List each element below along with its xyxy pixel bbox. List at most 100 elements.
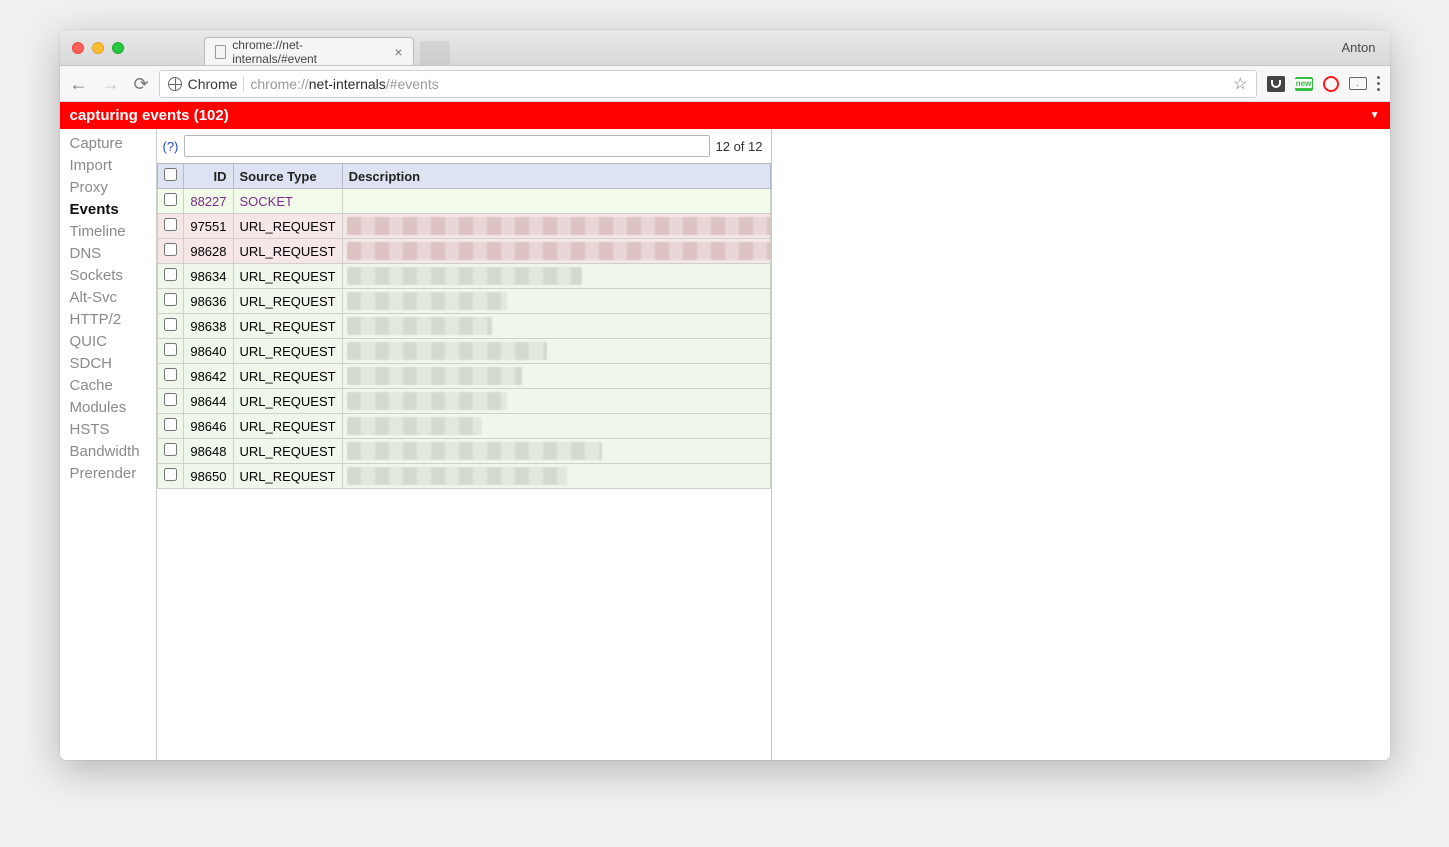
new-tab-button[interactable] (420, 41, 450, 65)
header-source-type[interactable]: Source Type (233, 164, 342, 189)
table-row[interactable]: 98640URL_REQUEST (157, 339, 770, 364)
profile-name[interactable]: Anton (1342, 40, 1382, 55)
capture-banner-dropdown-icon[interactable]: ▼ (1370, 110, 1380, 121)
row-checkbox[interactable] (164, 318, 177, 331)
table-row[interactable]: 98634URL_REQUEST (157, 264, 770, 289)
filter-count: 12 of 12 (716, 139, 765, 154)
row-checkbox[interactable] (164, 393, 177, 406)
table-row[interactable]: 98650URL_REQUEST (157, 464, 770, 489)
tab-close-icon[interactable]: × (394, 44, 402, 60)
mail-extension-icon[interactable] (1349, 77, 1367, 90)
maximize-window-button[interactable] (112, 42, 124, 54)
back-button[interactable]: ← (70, 75, 88, 93)
table-row[interactable]: 98638URL_REQUEST (157, 314, 770, 339)
close-window-button[interactable] (72, 42, 84, 54)
sidebar-item-capture[interactable]: Capture (70, 133, 156, 155)
bookmark-star-icon[interactable]: ☆ (1233, 74, 1247, 94)
row-checkbox-cell (157, 239, 183, 264)
extension-icons: new (1267, 76, 1380, 92)
titlebar: chrome://net-internals/#event × Anton (60, 30, 1390, 66)
table-row[interactable]: 98644URL_REQUEST (157, 389, 770, 414)
table-row[interactable]: 98642URL_REQUEST (157, 364, 770, 389)
table-row[interactable]: 97551URL_REQUEST (157, 214, 770, 239)
row-source-type: URL_REQUEST (233, 289, 342, 314)
redacted-description (347, 442, 602, 460)
table-row[interactable]: 98646URL_REQUEST (157, 414, 770, 439)
row-id: 88227 (183, 189, 233, 214)
sidebar-item-http-2[interactable]: HTTP/2 (70, 309, 156, 331)
forward-button[interactable]: → (102, 75, 120, 93)
sidebar-item-proxy[interactable]: Proxy (70, 177, 156, 199)
sidebar-item-alt-svc[interactable]: Alt-Svc (70, 287, 156, 309)
extension-icon-green[interactable]: new (1295, 77, 1313, 91)
redacted-description (347, 392, 507, 410)
row-checkbox[interactable] (164, 293, 177, 306)
header-id[interactable]: ID (183, 164, 233, 189)
row-id: 98642 (183, 364, 233, 389)
row-source-type: URL_REQUEST (233, 264, 342, 289)
sidebar-item-sdch[interactable]: SDCH (70, 353, 156, 375)
sidebar-item-import[interactable]: Import (70, 155, 156, 177)
browser-tab[interactable]: chrome://net-internals/#event × (204, 37, 414, 65)
table-row[interactable]: 98628URL_REQUEST (157, 239, 770, 264)
chrome-menu-icon[interactable] (1377, 76, 1380, 91)
row-description (342, 439, 770, 464)
sidebar-item-dns[interactable]: DNS (70, 243, 156, 265)
filter-help-link[interactable]: (?) (163, 139, 179, 154)
row-checkbox-cell (157, 264, 183, 289)
row-description (342, 464, 770, 489)
row-description (342, 389, 770, 414)
url-text: chrome://net-internals/#events (250, 76, 438, 92)
table-row[interactable]: 98648URL_REQUEST (157, 439, 770, 464)
sidebar-item-modules[interactable]: Modules (70, 397, 156, 419)
row-source-type: URL_REQUEST (233, 214, 342, 239)
sidebar-item-bandwidth[interactable]: Bandwidth (70, 441, 156, 463)
row-checkbox[interactable] (164, 418, 177, 431)
pocket-extension-icon[interactable] (1267, 76, 1285, 92)
header-description[interactable]: Description (342, 164, 770, 189)
site-info-icon[interactable] (168, 77, 182, 91)
redacted-description (347, 417, 482, 435)
row-checkbox[interactable] (164, 343, 177, 356)
capture-banner[interactable]: capturing events (102) ▼ (60, 102, 1390, 129)
row-checkbox[interactable] (164, 268, 177, 281)
sidebar: CaptureImportProxyEventsTimelineDNSSocke… (60, 129, 156, 760)
header-checkbox-cell (157, 164, 183, 189)
main-area: (?) 12 of 12 ID Source Type Description … (156, 129, 1390, 760)
table-row[interactable]: 88227SOCKET (157, 189, 770, 214)
url-host: net-internals (309, 76, 386, 92)
sidebar-item-events[interactable]: Events (70, 199, 156, 221)
sidebar-item-sockets[interactable]: Sockets (70, 265, 156, 287)
row-checkbox[interactable] (164, 443, 177, 456)
row-id: 97551 (183, 214, 233, 239)
sidebar-item-cache[interactable]: Cache (70, 375, 156, 397)
omnibox[interactable]: Chrome chrome://net-internals/#events ☆ (159, 70, 1257, 98)
minimize-window-button[interactable] (92, 42, 104, 54)
row-checkbox[interactable] (164, 468, 177, 481)
row-description (342, 314, 770, 339)
row-id: 98646 (183, 414, 233, 439)
row-source-type: URL_REQUEST (233, 439, 342, 464)
sidebar-item-hsts[interactable]: HSTS (70, 419, 156, 441)
row-source-type: URL_REQUEST (233, 464, 342, 489)
row-source-type: URL_REQUEST (233, 314, 342, 339)
redacted-description (347, 467, 567, 485)
sidebar-item-timeline[interactable]: Timeline (70, 221, 156, 243)
row-checkbox[interactable] (164, 243, 177, 256)
filter-input[interactable] (184, 135, 709, 157)
row-description (342, 189, 770, 214)
content-area: CaptureImportProxyEventsTimelineDNSSocke… (60, 129, 1390, 760)
table-row[interactable]: 98636URL_REQUEST (157, 289, 770, 314)
row-source-type: URL_REQUEST (233, 414, 342, 439)
url-dim2: /#events (386, 76, 439, 92)
reload-button[interactable]: ⟳ (134, 75, 149, 93)
sidebar-item-quic[interactable]: QUIC (70, 331, 156, 353)
opera-extension-icon[interactable] (1323, 76, 1339, 92)
row-checkbox[interactable] (164, 368, 177, 381)
row-description (342, 239, 770, 264)
row-source-type: URL_REQUEST (233, 339, 342, 364)
row-checkbox[interactable] (164, 218, 177, 231)
row-checkbox[interactable] (164, 193, 177, 206)
sidebar-item-prerender[interactable]: Prerender (70, 463, 156, 485)
select-all-checkbox[interactable] (164, 168, 177, 181)
